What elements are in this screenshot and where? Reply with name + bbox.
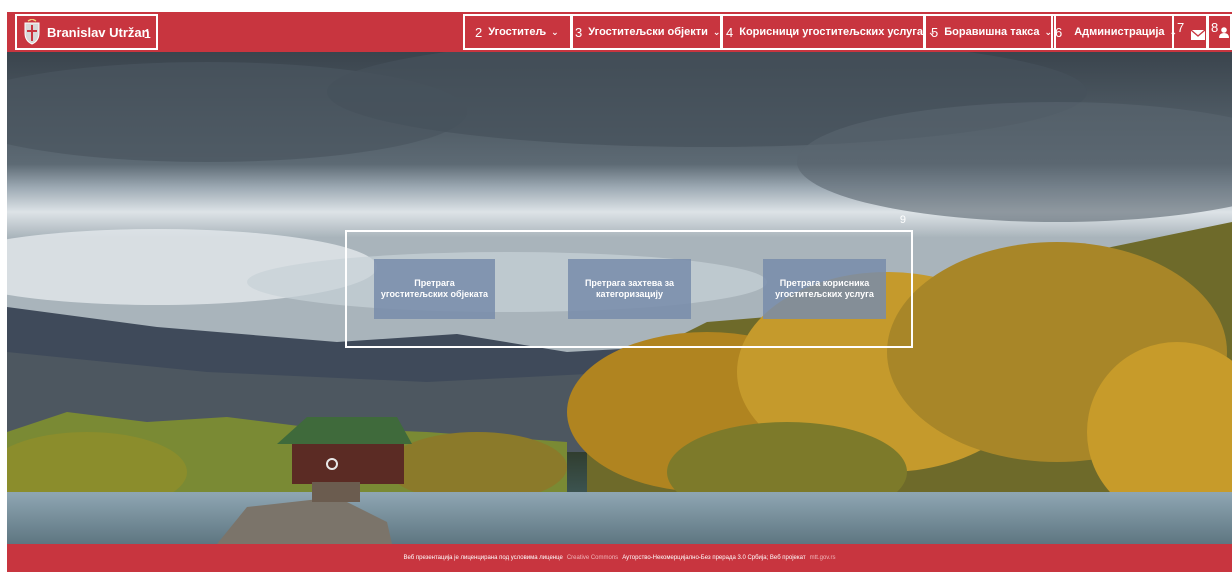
footer-license-text: Веб презентација је лиценцирана под усло… — [403, 555, 563, 561]
mail-icon — [1190, 30, 1205, 40]
nav-label: Администрација — [1074, 26, 1165, 38]
serbia-coat-of-arms-icon — [24, 19, 40, 45]
nav-ugostitelj[interactable]: 2 Угоститељ ⌄ — [463, 14, 573, 50]
search-categorization-requests-button[interactable]: Претрага захтева за категоризацију — [568, 259, 691, 319]
annotation-number: 1 — [143, 26, 151, 41]
nav-label: Угоститељски објекти — [588, 26, 708, 38]
annotation-number: 6 — [1055, 24, 1063, 40]
annotation-number: 4 — [726, 24, 734, 40]
mtt-gov-link[interactable]: mtt.gov.rs — [810, 555, 836, 561]
button-label: Претрага захтева за категоризацију — [584, 278, 675, 299]
annotation-number: 5 — [931, 24, 939, 40]
annotation-number: 8 — [1211, 20, 1219, 35]
nav-label: Угоститељ — [488, 26, 547, 38]
search-hospitality-objects-button[interactable]: Претрага угоститељских објеката — [374, 259, 495, 319]
creative-commons-link[interactable]: Creative Commons — [567, 555, 618, 561]
button-label: Претрага угоститељских објеката — [380, 278, 489, 299]
nav-label: Боравишна такса — [944, 26, 1040, 38]
quick-search-panel: 9 Претрага угоститељских објеката Претра… — [345, 214, 913, 348]
user-brand[interactable]: Branislav Utržan 1 — [15, 14, 158, 50]
button-label: Претрага корисника угоститељских услуга — [775, 278, 874, 299]
annotation-number: 3 — [575, 24, 583, 40]
user-icon — [1219, 26, 1229, 38]
footer-license-type: Ауторство-Некомерцијално-Без прерада 3.0… — [622, 555, 806, 561]
nav-administracija[interactable]: 6 Администрација ⌄ — [1051, 14, 1177, 50]
nav-boravisna-taksa[interactable]: 5 Боравишна такса ⌄ — [924, 14, 1056, 50]
footer: Веб презентација је лиценцирана под усло… — [7, 544, 1232, 572]
nav-korisnici-usluga[interactable]: 4 Корисници угоститељских услуга ⌄ — [721, 14, 936, 50]
annotation-number: 7 — [1177, 20, 1185, 35]
nav-label: Корисници угоститељских услуга — [739, 26, 923, 38]
annotation-number: 2 — [475, 24, 483, 40]
top-navigation-bar: Branislav Utržan 1 2 Угоститељ ⌄ 3 Угост… — [7, 12, 1232, 52]
chevron-down-icon: ⌄ — [551, 26, 559, 37]
nav-ugostiteljski-objekti[interactable]: 3 Угоститељски објекти ⌄ — [570, 14, 722, 50]
user-menu-button[interactable]: 8 — [1206, 14, 1232, 50]
chevron-down-icon: ⌄ — [712, 26, 721, 37]
annotation-number: 9 — [899, 214, 906, 226]
user-name: Branislav Utržan — [47, 24, 150, 40]
messages-button[interactable]: 7 — [1172, 14, 1209, 50]
search-service-users-button[interactable]: Претрага корисника угоститељских услуга — [763, 259, 886, 319]
